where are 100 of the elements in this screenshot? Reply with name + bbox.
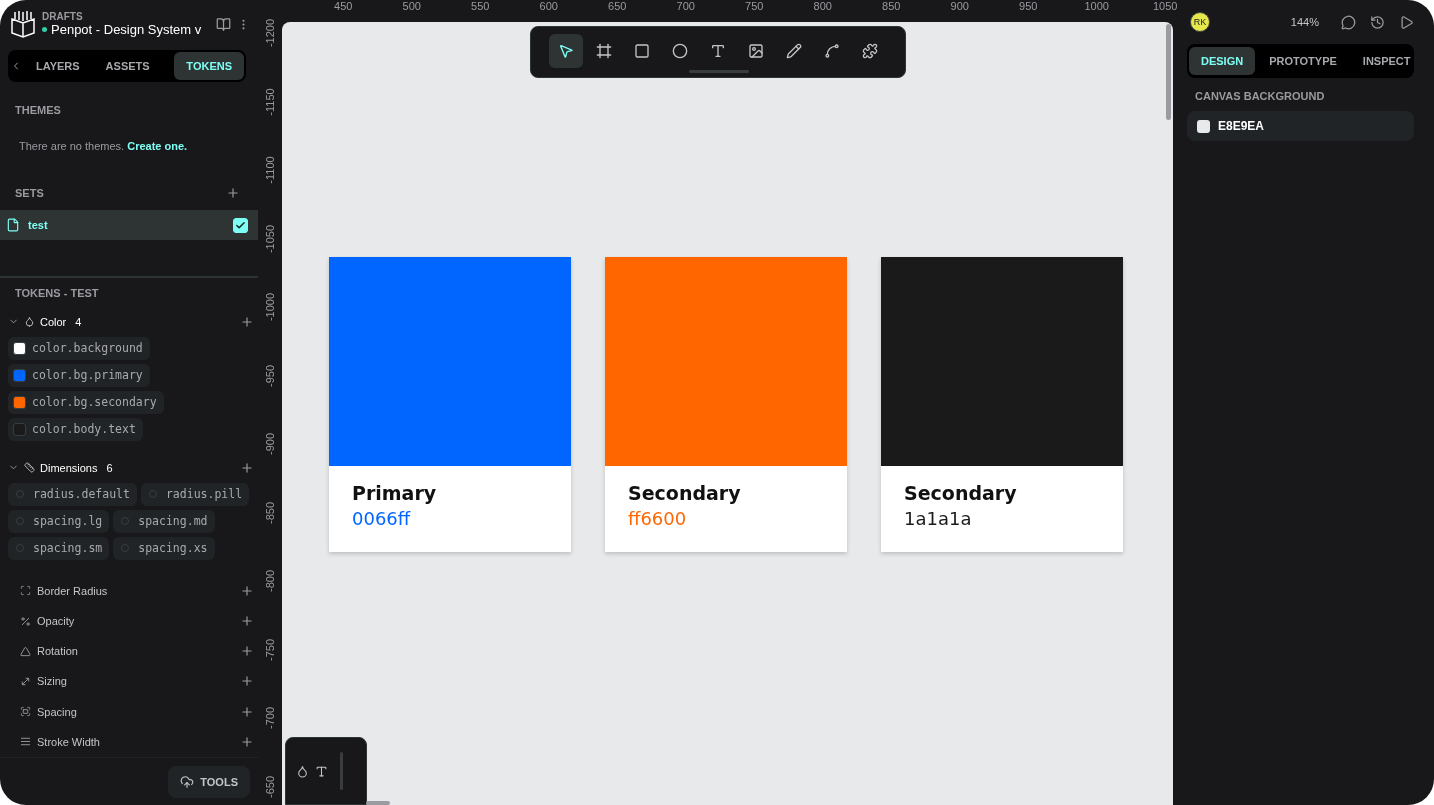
text-tool-button[interactable]	[315, 764, 328, 778]
ruler-label: -700	[264, 707, 276, 730]
token-pill[interactable]: color.bg.primary	[8, 363, 150, 387]
add-icon[interactable]	[239, 460, 254, 475]
panel-tab[interactable]: DESIGN	[1189, 47, 1256, 75]
token-count: 6	[106, 461, 113, 474]
card-title: Secondary	[628, 482, 742, 504]
check-icon	[235, 219, 246, 231]
ruler-label: 1050	[1152, 0, 1179, 14]
token-type-icon	[20, 585, 31, 597]
ruler-label: 800	[812, 0, 833, 14]
canvas-background-field[interactable]: E8E9EA	[1187, 111, 1414, 141]
add-icon[interactable]	[239, 314, 254, 329]
comment-icon[interactable]	[1341, 14, 1356, 30]
drag-handle[interactable]	[689, 70, 749, 73]
token-pill[interactable]: color.body.text	[8, 417, 143, 441]
panel-tab[interactable]: PROTOTYPE	[1257, 47, 1349, 75]
ruler-label: -650	[264, 775, 276, 798]
token-type-icon	[20, 615, 31, 627]
ruler-label: -950	[264, 364, 276, 387]
token-pill[interactable]: radius.pill	[140, 482, 250, 506]
drag-handle[interactable]	[340, 752, 343, 790]
ruler-label: 750	[744, 0, 765, 14]
token-pill[interactable]: color.bg.secondary	[8, 390, 164, 414]
history-icon[interactable]	[1370, 14, 1385, 30]
add-icon[interactable]	[239, 674, 254, 689]
ruler-label: -750	[264, 638, 276, 661]
text-icon	[710, 43, 726, 59]
book-icon[interactable]	[216, 16, 231, 32]
zoom-level[interactable]: 144%	[1290, 16, 1319, 28]
scrollbar[interactable]	[366, 801, 390, 805]
token-type-name[interactable]: Sizing	[37, 675, 67, 688]
ruler-label: -1000	[264, 293, 276, 322]
sidebar-tab[interactable]: ASSETS	[93, 52, 162, 80]
text-icon	[315, 764, 328, 778]
user-avatar[interactable]: RK	[1190, 12, 1210, 32]
set-name: test	[28, 219, 49, 231]
sets-heading: SETS	[14, 187, 45, 199]
token-type-icon	[20, 736, 31, 748]
ruler-label: -1100	[264, 156, 276, 184]
sidebar-tab[interactable]: TOKENS	[174, 52, 244, 80]
add-icon[interactable]	[239, 614, 254, 629]
project-section: DRAFTS	[42, 11, 210, 22]
token-type-name[interactable]: Stroke Width	[37, 735, 100, 748]
token-type-name[interactable]: Rotation	[37, 645, 78, 658]
ruler-label: 850	[881, 0, 902, 14]
card-value: 0066ff	[352, 508, 412, 529]
token-type-name[interactable]: Opacity	[37, 615, 75, 628]
set-row[interactable]: test	[0, 210, 258, 240]
ellipse-icon	[672, 43, 688, 59]
project-title[interactable]: Penpot - Design System v	[42, 22, 210, 37]
add-icon[interactable]	[239, 583, 254, 598]
card-title: Secondary	[904, 482, 1018, 504]
image-icon	[748, 43, 764, 59]
token-type-icon	[20, 706, 31, 718]
ruler-label: 450	[333, 0, 354, 14]
token-group-name[interactable]: Dimensions	[40, 461, 98, 474]
token-pill[interactable]: radius.default	[8, 482, 137, 506]
board-icon	[596, 43, 612, 59]
card-value: 1a1a1a	[904, 508, 973, 529]
pencil-icon	[786, 43, 802, 59]
ruler-label: 500	[401, 0, 422, 14]
plugins-icon	[862, 43, 878, 59]
token-type-name[interactable]: Border Radius	[37, 584, 108, 597]
ruler-label: 650	[607, 0, 628, 14]
pointer-tool-button[interactable]	[549, 34, 583, 68]
scrollbar[interactable]	[1166, 24, 1171, 120]
token-group-name[interactable]: Color	[40, 315, 67, 328]
token-pill[interactable]: spacing.xs	[113, 536, 215, 560]
token-count: 4	[75, 315, 82, 328]
ruler-label: -900	[264, 433, 276, 456]
ruler-label: 900	[949, 0, 970, 14]
cloud-upload-icon	[180, 774, 195, 789]
ruler-label: -800	[264, 570, 276, 593]
panel-tab[interactable]: INSPECT	[1350, 47, 1423, 75]
token-pill[interactable]: spacing.md	[113, 509, 215, 533]
add-icon[interactable]	[239, 644, 254, 659]
token-pill[interactable]: color.background	[8, 336, 150, 360]
add-icon[interactable]	[239, 734, 254, 749]
token-type-name[interactable]: Spacing	[37, 705, 77, 718]
token-type-icon	[24, 316, 35, 328]
drop-icon	[296, 764, 309, 778]
pointer-icon	[558, 43, 574, 59]
sidebar-tab[interactable]: LAYERS	[24, 52, 92, 80]
play-icon[interactable]	[1399, 14, 1414, 30]
create-theme-link[interactable]: Create one.	[127, 140, 188, 152]
token-pill[interactable]: spacing.sm	[8, 536, 110, 560]
file-icon	[6, 218, 20, 232]
token-type-icon	[20, 676, 31, 687]
rectangle-icon	[634, 43, 650, 59]
add-icon[interactable]	[239, 704, 254, 719]
drop-tool-button[interactable]	[296, 764, 309, 778]
ruler-label: -1050	[264, 224, 276, 253]
token-pill[interactable]: spacing.lg	[8, 509, 110, 533]
add-icon[interactable]	[226, 186, 240, 200]
tools-button[interactable]: TOOLS	[168, 765, 250, 798]
canvas-background-label: CANVAS BACKGROUND	[1194, 89, 1326, 104]
ruler-label: 600	[538, 0, 559, 14]
set-checkbox[interactable]	[233, 217, 248, 233]
token-type-icon	[24, 462, 35, 474]
